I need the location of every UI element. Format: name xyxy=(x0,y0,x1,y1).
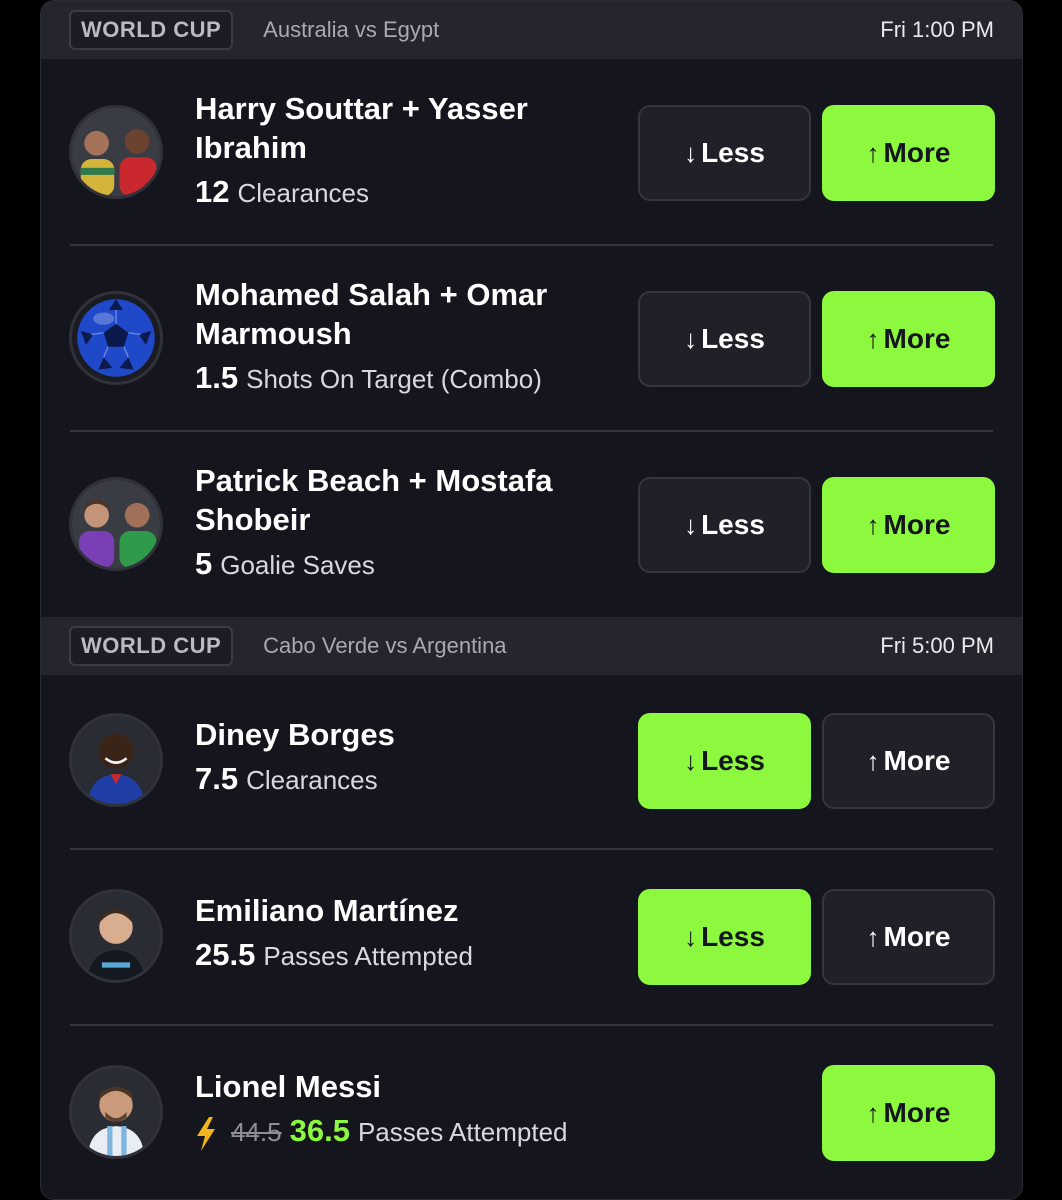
pick-row: Mohamed Salah + Omar Marmoush 1.5 Shots O… xyxy=(41,247,1022,433)
more-button[interactable]: ↑ More xyxy=(822,713,995,809)
more-button[interactable]: ↑ More xyxy=(822,291,995,387)
stat-line: 12 Clearances xyxy=(195,175,615,210)
stat-line: 25.5 Passes Attempted xyxy=(195,938,615,973)
arrow-up-icon: ↑ xyxy=(866,921,880,952)
original-line-value: 44.5 xyxy=(231,1117,282,1147)
arrow-down-icon: ↓ xyxy=(684,323,698,354)
less-button[interactable]: ↓ Less xyxy=(638,889,811,985)
pick-row: Diney Borges 7.5 Clearances ↓ Less ↑ More xyxy=(41,675,1022,851)
match-title[interactable]: Cabo Verde vs Argentina xyxy=(263,633,506,659)
lightning-bolt-icon xyxy=(197,1117,215,1152)
two-players-avatar-icon xyxy=(69,477,163,571)
player-avatar-icon xyxy=(69,889,163,983)
stat-label: Shots On Target (Combo) xyxy=(246,364,542,394)
line-value: 5 xyxy=(195,546,213,581)
arrow-down-icon: ↓ xyxy=(684,921,698,952)
two-players-avatar-icon xyxy=(69,105,163,199)
arrow-down-icon: ↓ xyxy=(684,745,698,776)
line-value: 12 xyxy=(195,174,230,209)
stat-label: Clearances xyxy=(246,765,378,795)
stat-label: Clearances xyxy=(237,178,369,208)
player-avatar-icon xyxy=(69,1065,163,1159)
arrow-down-icon: ↓ xyxy=(684,509,698,540)
stat-label: Passes Attempted xyxy=(263,941,473,971)
row-divider xyxy=(70,848,993,850)
match-time: Fri 1:00 PM xyxy=(880,17,994,42)
soccer-ball-icon xyxy=(69,291,163,385)
less-button[interactable]: ↓ Less xyxy=(638,105,811,201)
less-label: Less xyxy=(701,921,765,952)
more-button[interactable]: ↑ More xyxy=(822,889,995,985)
more-button[interactable]: ↑ More xyxy=(822,105,995,201)
line-value: 1.5 xyxy=(195,360,239,395)
less-button[interactable]: ↓ Less xyxy=(638,291,811,387)
row-divider xyxy=(70,244,993,246)
line-value: 25.5 xyxy=(195,937,256,972)
row-divider xyxy=(70,1024,993,1026)
line-value: 36.5 xyxy=(289,1113,350,1148)
league-badge: WORLD CUP xyxy=(69,626,234,666)
pick-row: Patrick Beach + Mostafa Shobeir 5 Goalie … xyxy=(41,433,1022,617)
game-header-caboverde-argentina: WORLD CUP Cabo Verde vs Argentina Fri 5:… xyxy=(41,617,1022,675)
pick-row: Harry Souttar + Yasser Ibrahim 12 Clearan… xyxy=(41,61,1022,247)
player-avatar-icon xyxy=(69,713,163,807)
arrow-up-icon: ↑ xyxy=(866,509,880,540)
less-label: Less xyxy=(701,323,765,354)
line-value: 7.5 xyxy=(195,761,239,796)
more-label: More xyxy=(883,509,951,540)
less-button[interactable]: ↓ Less xyxy=(638,713,811,809)
arrow-up-icon: ↑ xyxy=(866,137,880,168)
player-name[interactable]: Patrick Beach + Mostafa Shobeir xyxy=(195,461,615,539)
pick-info: Harry Souttar + Yasser Ibrahim 12 Clearan… xyxy=(195,89,615,210)
more-label: More xyxy=(883,323,951,354)
arrow-down-icon: ↓ xyxy=(684,137,698,168)
stat-line: 44.5 36.5 Passes Attempted xyxy=(195,1113,615,1152)
stat-label: Goalie Saves xyxy=(220,550,375,580)
pick-row: Lionel Messi 44.5 36.5 Passes Attempted ↑ M… xyxy=(41,1027,1022,1199)
less-label: Less xyxy=(701,745,765,776)
arrow-up-icon: ↑ xyxy=(866,745,880,776)
league-badge: WORLD CUP xyxy=(69,10,234,50)
stat-label: Passes Attempted xyxy=(357,1117,568,1147)
more-label: More xyxy=(883,745,951,776)
stat-line: 1.5 Shots On Target (Combo) xyxy=(195,361,615,396)
pick-info: Patrick Beach + Mostafa Shobeir 5 Goalie … xyxy=(195,461,615,582)
less-button[interactable]: ↓ Less xyxy=(638,477,811,573)
picks-panel: WORLD CUP Australia vs Egypt Fri 1:00 PM… xyxy=(40,0,1023,1200)
player-name[interactable]: Diney Borges xyxy=(195,715,615,754)
stat-line: 7.5 Clearances xyxy=(195,762,615,797)
pick-info: Diney Borges 7.5 Clearances xyxy=(195,715,615,797)
pick-info: Lionel Messi 44.5 36.5 Passes Attempted xyxy=(195,1067,615,1152)
less-label: Less xyxy=(701,509,765,540)
pick-info: Mohamed Salah + Omar Marmoush 1.5 Shots O… xyxy=(195,275,615,396)
stat-line: 5 Goalie Saves xyxy=(195,547,615,582)
match-time: Fri 5:00 PM xyxy=(880,633,994,658)
arrow-up-icon: ↑ xyxy=(866,323,880,354)
game-header-australia-egypt: WORLD CUP Australia vs Egypt Fri 1:00 PM xyxy=(41,1,1022,59)
arrow-up-icon: ↑ xyxy=(866,1097,880,1128)
more-button[interactable]: ↑ More xyxy=(822,1065,995,1161)
more-label: More xyxy=(883,1097,951,1128)
player-name[interactable]: Harry Souttar + Yasser Ibrahim xyxy=(195,89,615,167)
player-name[interactable]: Mohamed Salah + Omar Marmoush xyxy=(195,275,615,353)
more-label: More xyxy=(883,137,951,168)
more-label: More xyxy=(883,921,951,952)
pick-row: Emiliano Martínez 25.5 Passes Attempted ↓… xyxy=(41,851,1022,1027)
player-name[interactable]: Lionel Messi xyxy=(195,1067,615,1106)
pick-info: Emiliano Martínez 25.5 Passes Attempted xyxy=(195,891,615,973)
player-name[interactable]: Emiliano Martínez xyxy=(195,891,615,930)
row-divider xyxy=(70,430,993,432)
match-title[interactable]: Australia vs Egypt xyxy=(263,17,439,43)
less-label: Less xyxy=(701,137,765,168)
more-button[interactable]: ↑ More xyxy=(822,477,995,573)
